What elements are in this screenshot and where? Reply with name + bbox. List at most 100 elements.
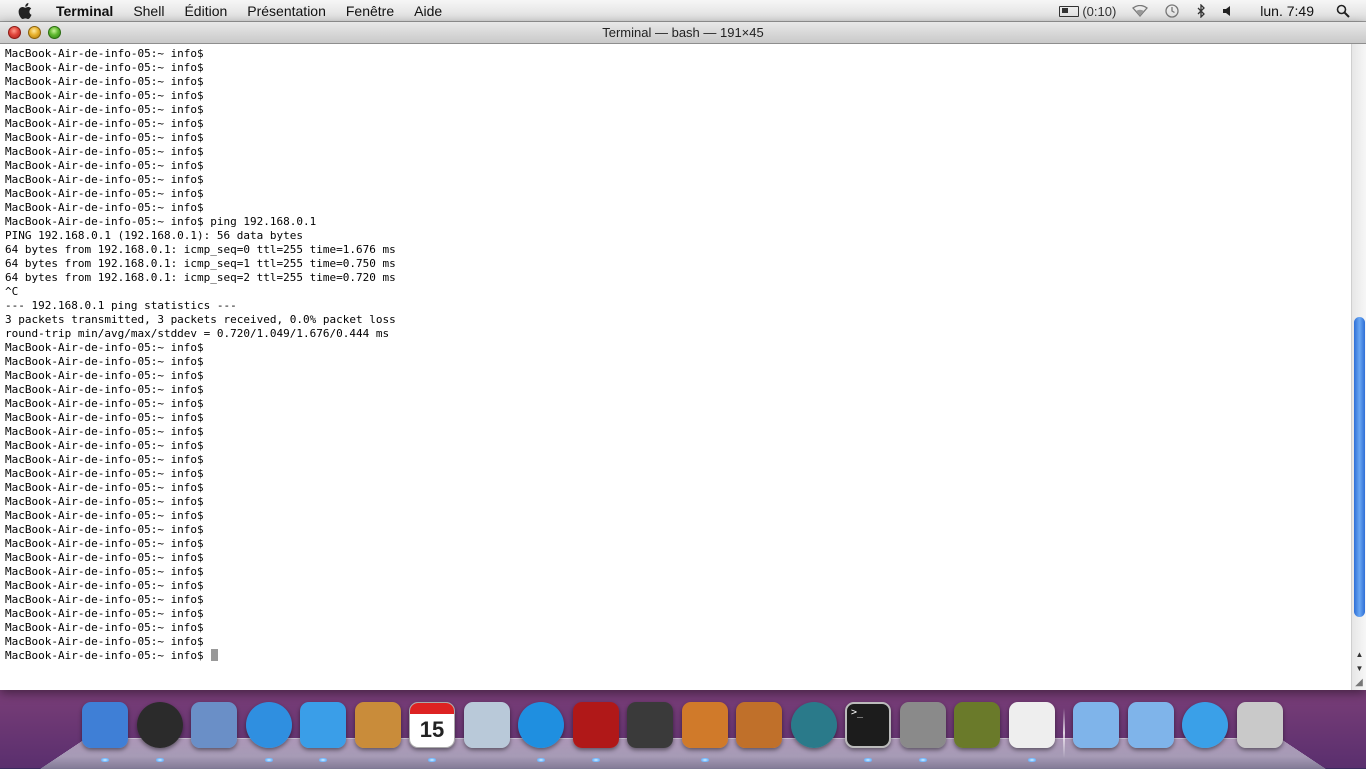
- spotlight-search-icon[interactable]: [1328, 4, 1366, 18]
- dock: 15 >_: [0, 700, 1366, 768]
- window-titlebar[interactable]: Terminal — bash — 191×45: [0, 22, 1366, 44]
- running-indicator: [428, 758, 436, 762]
- dock-item-dashboard[interactable]: [135, 700, 185, 762]
- terminal-output[interactable]: MacBook-Air-de-info-05:~ info$ MacBook-Ai…: [0, 44, 1350, 690]
- finder-icon: [82, 702, 128, 748]
- terminal-line-text: MacBook-Air-de-info-05:~ info$: [5, 369, 204, 382]
- dock-item-preview[interactable]: [462, 700, 512, 752]
- dock-item-facetime[interactable]: [298, 700, 348, 762]
- dock-item-garageband[interactable]: [734, 700, 784, 752]
- running-indicator: [591, 758, 600, 762]
- terminal-line-text: MacBook-Air-de-info-05:~ info$ ping 192.…: [5, 215, 317, 228]
- terminal-line-text: MacBook-Air-de-info-05:~ info$: [5, 537, 204, 550]
- scroll-down-arrow-icon[interactable]: ▼: [1352, 662, 1366, 676]
- running-indicator: [537, 758, 545, 762]
- resize-grip-icon[interactable]: ◢: [1353, 677, 1365, 689]
- menu-shell[interactable]: Shell: [123, 0, 174, 22]
- dock-item-mail-stamp[interactable]: [189, 700, 239, 752]
- itunes-icon: [518, 702, 564, 748]
- text-cursor: [211, 649, 219, 661]
- imovie-icon: [627, 702, 673, 748]
- bluetooth-icon[interactable]: [1188, 4, 1214, 18]
- running-indicator: [1027, 758, 1036, 762]
- terminal-line-text: MacBook-Air-de-info-05:~ info$: [5, 159, 204, 172]
- dock-item-terminal[interactable]: >_: [843, 700, 893, 762]
- terminal-window: Terminal — bash — 191×45 MacBook-Air-de-…: [0, 22, 1366, 690]
- menu-fenetre[interactable]: Fenêtre: [336, 0, 404, 22]
- terminal-line-text: 64 bytes from 192.168.0.1: icmp_seq=1 tt…: [5, 257, 396, 270]
- dock-item-ical[interactable]: 15: [407, 700, 457, 762]
- terminal-line-text: MacBook-Air-de-info-05:~ info$: [5, 89, 204, 102]
- vertical-scrollbar[interactable]: ▲ ▼ ◢: [1351, 44, 1366, 690]
- terminal-line-text: MacBook-Air-de-info-05:~ info$: [5, 383, 204, 396]
- terminal-line-text: PING 192.168.0.1 (192.168.0.1): 56 data …: [5, 229, 304, 242]
- menu-aide[interactable]: Aide: [404, 0, 452, 22]
- running-indicator: [700, 758, 709, 762]
- terminal-line-text: MacBook-Air-de-info-05:~ info$: [5, 523, 204, 536]
- system-preferences-icon: [899, 702, 946, 748]
- scroll-up-arrow-icon[interactable]: ▲: [1352, 648, 1366, 662]
- dock-separator: [1063, 708, 1065, 758]
- terminal-line-text: MacBook-Air-de-info-05:~ info$: [5, 187, 204, 200]
- terminal-line-text: MacBook-Air-de-info-05:~ info$: [5, 453, 204, 466]
- textedit-icon: [1008, 702, 1055, 748]
- terminal-line-text: 64 bytes from 192.168.0.1: icmp_seq=0 tt…: [5, 243, 396, 256]
- menu-presentation[interactable]: Présentation: [237, 0, 336, 22]
- menu-edition[interactable]: Édition: [174, 0, 237, 22]
- terminal-line: MacBook-Air-de-info-05:~ info$: [5, 47, 1350, 61]
- dock-item-applications-folder[interactable]: [1071, 700, 1121, 752]
- apple-menu-icon[interactable]: [18, 2, 40, 20]
- terminal-line-text: MacBook-Air-de-info-05:~ info$: [5, 565, 204, 578]
- terminal-line-text: MacBook-Air-de-info-05:~ info$: [5, 649, 211, 662]
- terminal-line: MacBook-Air-de-info-05:~ info$: [5, 467, 1350, 481]
- terminal-line-text: MacBook-Air-de-info-05:~ info$: [5, 481, 204, 494]
- dock-item-trash[interactable]: [1235, 700, 1285, 752]
- battery-time: (0:10): [1082, 3, 1117, 19]
- terminal-line: MacBook-Air-de-info-05:~ info$: [5, 481, 1350, 495]
- terminal-line-text: MacBook-Air-de-info-05:~ info$: [5, 341, 204, 354]
- dock-item-utility-cable[interactable]: [952, 700, 1002, 752]
- terminal-line: MacBook-Air-de-info-05:~ info$: [5, 635, 1350, 649]
- dock-item-safari[interactable]: [244, 700, 294, 762]
- facetime-icon: [300, 702, 346, 748]
- dock-item-time-machine[interactable]: [789, 700, 839, 752]
- terminal-line: MacBook-Air-de-info-05:~ info$: [5, 103, 1350, 117]
- battery-status[interactable]: (0:10): [1051, 4, 1124, 19]
- menu-app-terminal[interactable]: Terminal: [52, 0, 123, 22]
- dock-item-address-book[interactable]: [353, 700, 403, 752]
- dock-item-downloads[interactable]: [1180, 700, 1230, 752]
- ical-icon: 15: [409, 702, 455, 748]
- window-title: Terminal — bash — 191×45: [602, 25, 764, 40]
- terminal-line: MacBook-Air-de-info-05:~ info$: [5, 509, 1350, 523]
- dock-item-textedit[interactable]: [1007, 700, 1057, 762]
- terminal-line-text: 3 packets transmitted, 3 packets receive…: [5, 313, 396, 326]
- terminal-line: MacBook-Air-de-info-05:~ info$: [5, 607, 1350, 621]
- dock-item-itunes[interactable]: [516, 700, 566, 762]
- volume-icon[interactable]: [1214, 5, 1244, 17]
- terminal-line-text: MacBook-Air-de-info-05:~ info$: [5, 593, 204, 606]
- terminal-line-text: MacBook-Air-de-info-05:~ info$: [5, 439, 204, 452]
- dock-item-documents-folder[interactable]: [1126, 700, 1176, 752]
- terminal-line-text: MacBook-Air-de-info-05:~ info$: [5, 509, 204, 522]
- terminal-line: MacBook-Air-de-info-05:~ info$: [5, 75, 1350, 89]
- dock-item-photo-booth[interactable]: [571, 700, 621, 762]
- dock-item-iphoto[interactable]: [680, 700, 730, 762]
- terminal-line: MacBook-Air-de-info-05:~ info$: [5, 579, 1350, 593]
- menu-clock[interactable]: lun. 7:49: [1244, 3, 1328, 19]
- wifi-icon[interactable]: [1124, 5, 1156, 17]
- terminal-line: MacBook-Air-de-info-05:~ info$: [5, 649, 1350, 663]
- terminal-line: MacBook-Air-de-info-05:~ info$: [5, 173, 1350, 187]
- running-indicator: [155, 758, 164, 762]
- dock-item-imovie[interactable]: [625, 700, 675, 752]
- terminal-line: 3 packets transmitted, 3 packets receive…: [5, 313, 1350, 327]
- scrollbar-thumb[interactable]: [1354, 316, 1365, 617]
- terminal-icon: >_: [845, 702, 891, 748]
- iphoto-icon: [681, 702, 728, 748]
- time-machine-status-icon[interactable]: [1156, 3, 1188, 19]
- terminal-line-text: MacBook-Air-de-info-05:~ info$: [5, 397, 204, 410]
- preview-icon: [463, 702, 510, 748]
- dock-item-system-preferences[interactable]: [898, 700, 948, 762]
- time-machine-icon: [790, 702, 837, 748]
- terminal-line-text: MacBook-Air-de-info-05:~ info$: [5, 201, 204, 214]
- dock-item-finder[interactable]: [80, 700, 130, 762]
